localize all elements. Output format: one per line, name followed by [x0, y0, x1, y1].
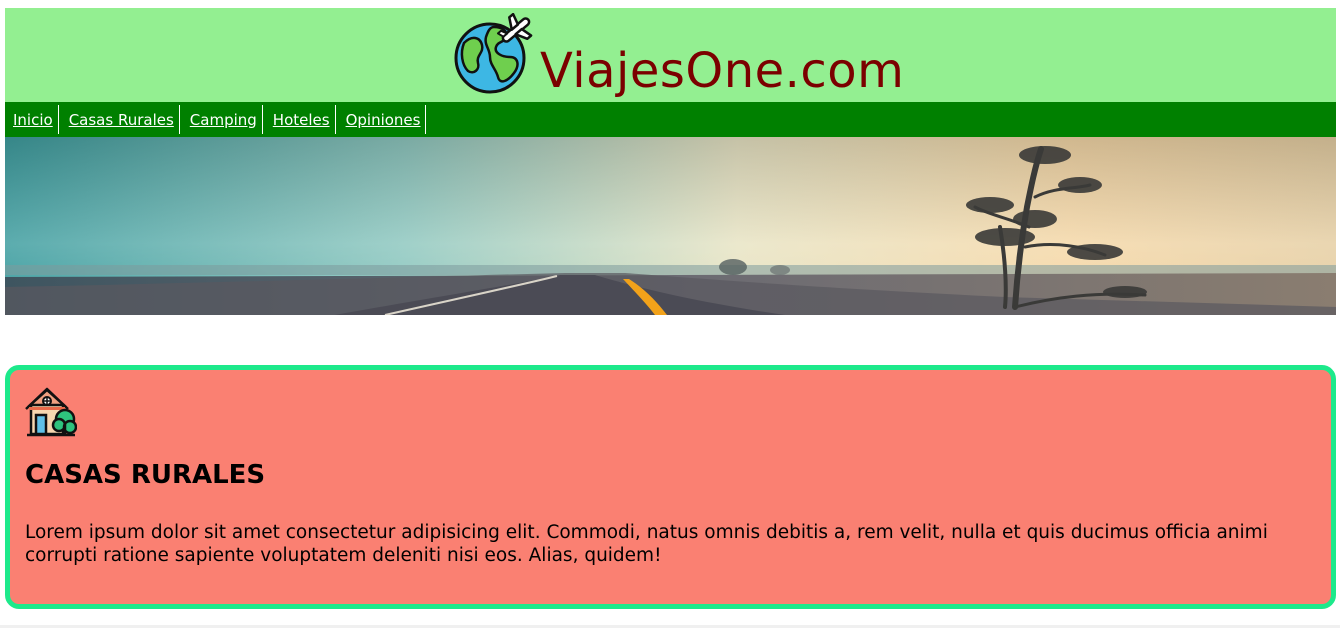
nav-item-casas-rurales[interactable]: Casas Rurales: [64, 105, 180, 134]
main-nav: Inicio Casas Rurales Camping Hoteles Opi…: [5, 102, 1336, 137]
globe-airplane-icon: [454, 13, 533, 94]
rural-house-icon: [25, 387, 77, 437]
card-title: CASAS RURALES: [25, 460, 266, 490]
nav-item-opiniones[interactable]: Opiniones: [341, 105, 427, 134]
site-header: ViajesOne.com: [5, 8, 1336, 102]
casas-rurales-card: CASAS RURALES Lorem ipsum dolor sit amet…: [5, 365, 1336, 609]
hero-banner-image: [5, 137, 1336, 315]
page: ViajesOne.com Inicio Casas Rurales Campi…: [5, 8, 1336, 609]
nav-item-inicio[interactable]: Inicio: [8, 105, 59, 134]
nav-item-hoteles[interactable]: Hoteles: [268, 105, 336, 134]
site-title: ViajesOne.com: [540, 43, 905, 99]
card-description: Lorem ipsum dolor sit amet consectetur a…: [25, 521, 1268, 566]
nav-item-camping[interactable]: Camping: [185, 105, 263, 134]
footer-divider: [0, 625, 1340, 628]
brand[interactable]: ViajesOne.com: [454, 9, 904, 101]
